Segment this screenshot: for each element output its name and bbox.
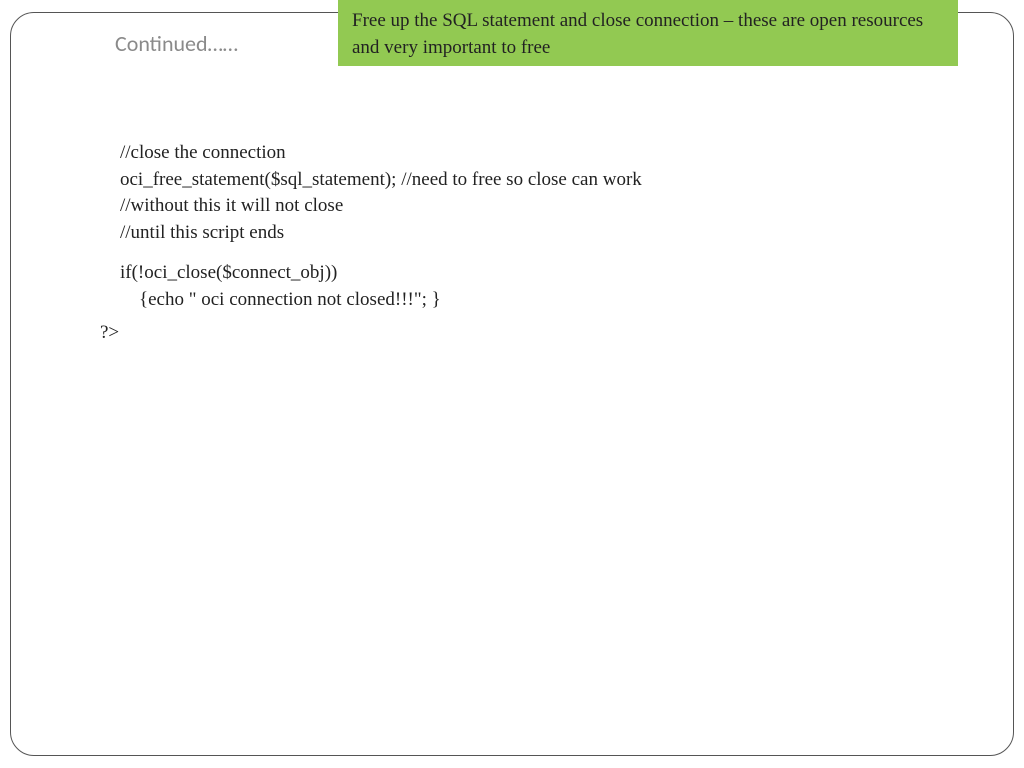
code-line: //close the connection [120,140,642,167]
slide-frame [10,12,1014,756]
code-line: //without this it will not close [120,193,642,220]
code-line: oci_free_statement($sql_statement); //ne… [120,167,642,194]
annotation-callout: Free up the SQL statement and close conn… [338,0,958,66]
code-line: ?> [100,320,642,347]
code-block: //close the connection oci_free_statemen… [120,140,642,346]
code-line: //until this script ends [120,220,642,247]
code-line: if(!oci_close($connect_obj)) [120,260,642,287]
slide-heading: Continued…… [115,30,238,57]
code-line: {echo " oci connection not closed!!!"; } [120,287,642,314]
